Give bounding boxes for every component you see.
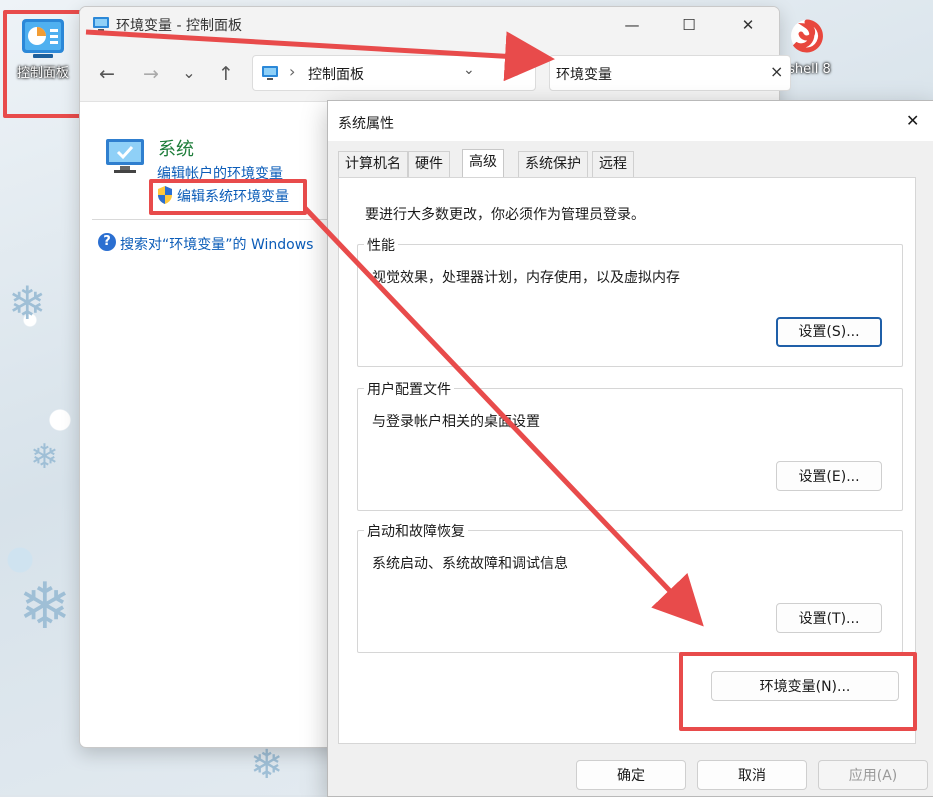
snowflake-decoration: ❄ (250, 742, 284, 788)
snowflake-decoration: ❄ (18, 570, 72, 644)
snowflake-decoration: ❄ (8, 276, 47, 330)
snowflake-decoration: ❄ (30, 437, 59, 477)
recent-locations-chevron-icon[interactable]: ⌄ (176, 63, 202, 82)
tab-computer-name[interactable]: 计算机名 (338, 151, 408, 177)
window-title: 环境变量 - 控制面板 (116, 18, 242, 34)
highlight-box-control-panel (3, 10, 83, 118)
system-properties-dialog: 系统属性 ✕ 计算机名 硬件 高级 系统保护 远程 要进行大多数更改，你必须作为… (327, 100, 933, 797)
address-bar[interactable]: › 控制面板 ⌄ ↻ (252, 55, 536, 91)
breadcrumb[interactable]: 控制面板 (308, 64, 364, 84)
tab-strip: 计算机名 硬件 高级 系统保护 远程 (338, 149, 918, 179)
search-input[interactable]: 环境变量 × (549, 55, 791, 91)
group-description: 系统启动、系统故障和调试信息 (372, 556, 568, 572)
highlight-box-system-env-link (149, 179, 307, 215)
dialog-title-bar (328, 101, 933, 141)
startup-recovery-group: 启动和故障恢复 系统启动、系统故障和调试信息 设置(T)... (357, 521, 903, 653)
control-panel-small-icon (92, 16, 110, 36)
user-profiles-settings-button[interactable]: 设置(E)... (776, 461, 882, 491)
user-profiles-group: 用户配置文件 与登录帐户相关的桌面设置 设置(E)... (357, 379, 903, 511)
group-title: 性能 (364, 235, 398, 255)
breadcrumb-chevron-icon: › (289, 62, 296, 81)
control-panel-small-icon (261, 65, 279, 85)
system-icon (104, 137, 146, 179)
performance-group: 性能 视觉效果，处理器计划，内存使用，以及虚拟内存 设置(S)... (357, 235, 903, 367)
maximize-button[interactable]: ☐ (669, 13, 709, 37)
back-arrow-icon[interactable]: ← (94, 63, 120, 85)
group-description: 与登录帐户相关的桌面设置 (372, 414, 540, 430)
apply-button[interactable]: 应用(A) (818, 760, 928, 790)
divider (92, 219, 332, 220)
group-description: 视觉效果，处理器计划，内存使用，以及虚拟内存 (372, 270, 680, 286)
windows-help-search-link[interactable]: 搜索对“环境变量”的 Windows (120, 234, 313, 254)
ok-button[interactable]: 确定 (576, 760, 686, 790)
help-icon: ? (98, 233, 116, 251)
system-heading: 系统 (158, 139, 194, 160)
tab-system-protection[interactable]: 系统保护 (518, 151, 588, 177)
forward-arrow-icon[interactable]: → (138, 63, 164, 85)
cancel-button[interactable]: 取消 (697, 760, 807, 790)
tab-remote[interactable]: 远程 (592, 151, 634, 177)
search-input-value: 环境变量 (556, 67, 612, 83)
clear-search-icon[interactable]: × (770, 62, 783, 81)
highlight-box-env-vars-button (679, 652, 917, 731)
group-title: 启动和故障恢复 (364, 521, 468, 541)
refresh-icon[interactable]: ↻ (507, 61, 522, 82)
dialog-title: 系统属性 (338, 116, 394, 132)
admin-note: 要进行大多数更改，你必须作为管理员登录。 (365, 207, 645, 223)
performance-settings-button[interactable]: 设置(S)... (776, 317, 882, 347)
minimize-button[interactable]: — (612, 13, 652, 37)
up-arrow-icon[interactable]: ↑ (213, 63, 239, 85)
startup-recovery-settings-button[interactable]: 设置(T)... (776, 603, 882, 633)
address-dropdown-chevron-icon[interactable]: ⌄ (463, 62, 475, 78)
tab-hardware[interactable]: 硬件 (408, 151, 450, 177)
tab-advanced[interactable]: 高级 (462, 149, 504, 177)
dialog-close-button[interactable]: ✕ (906, 111, 919, 130)
close-button[interactable]: ✕ (728, 13, 768, 37)
group-title: 用户配置文件 (364, 379, 454, 399)
